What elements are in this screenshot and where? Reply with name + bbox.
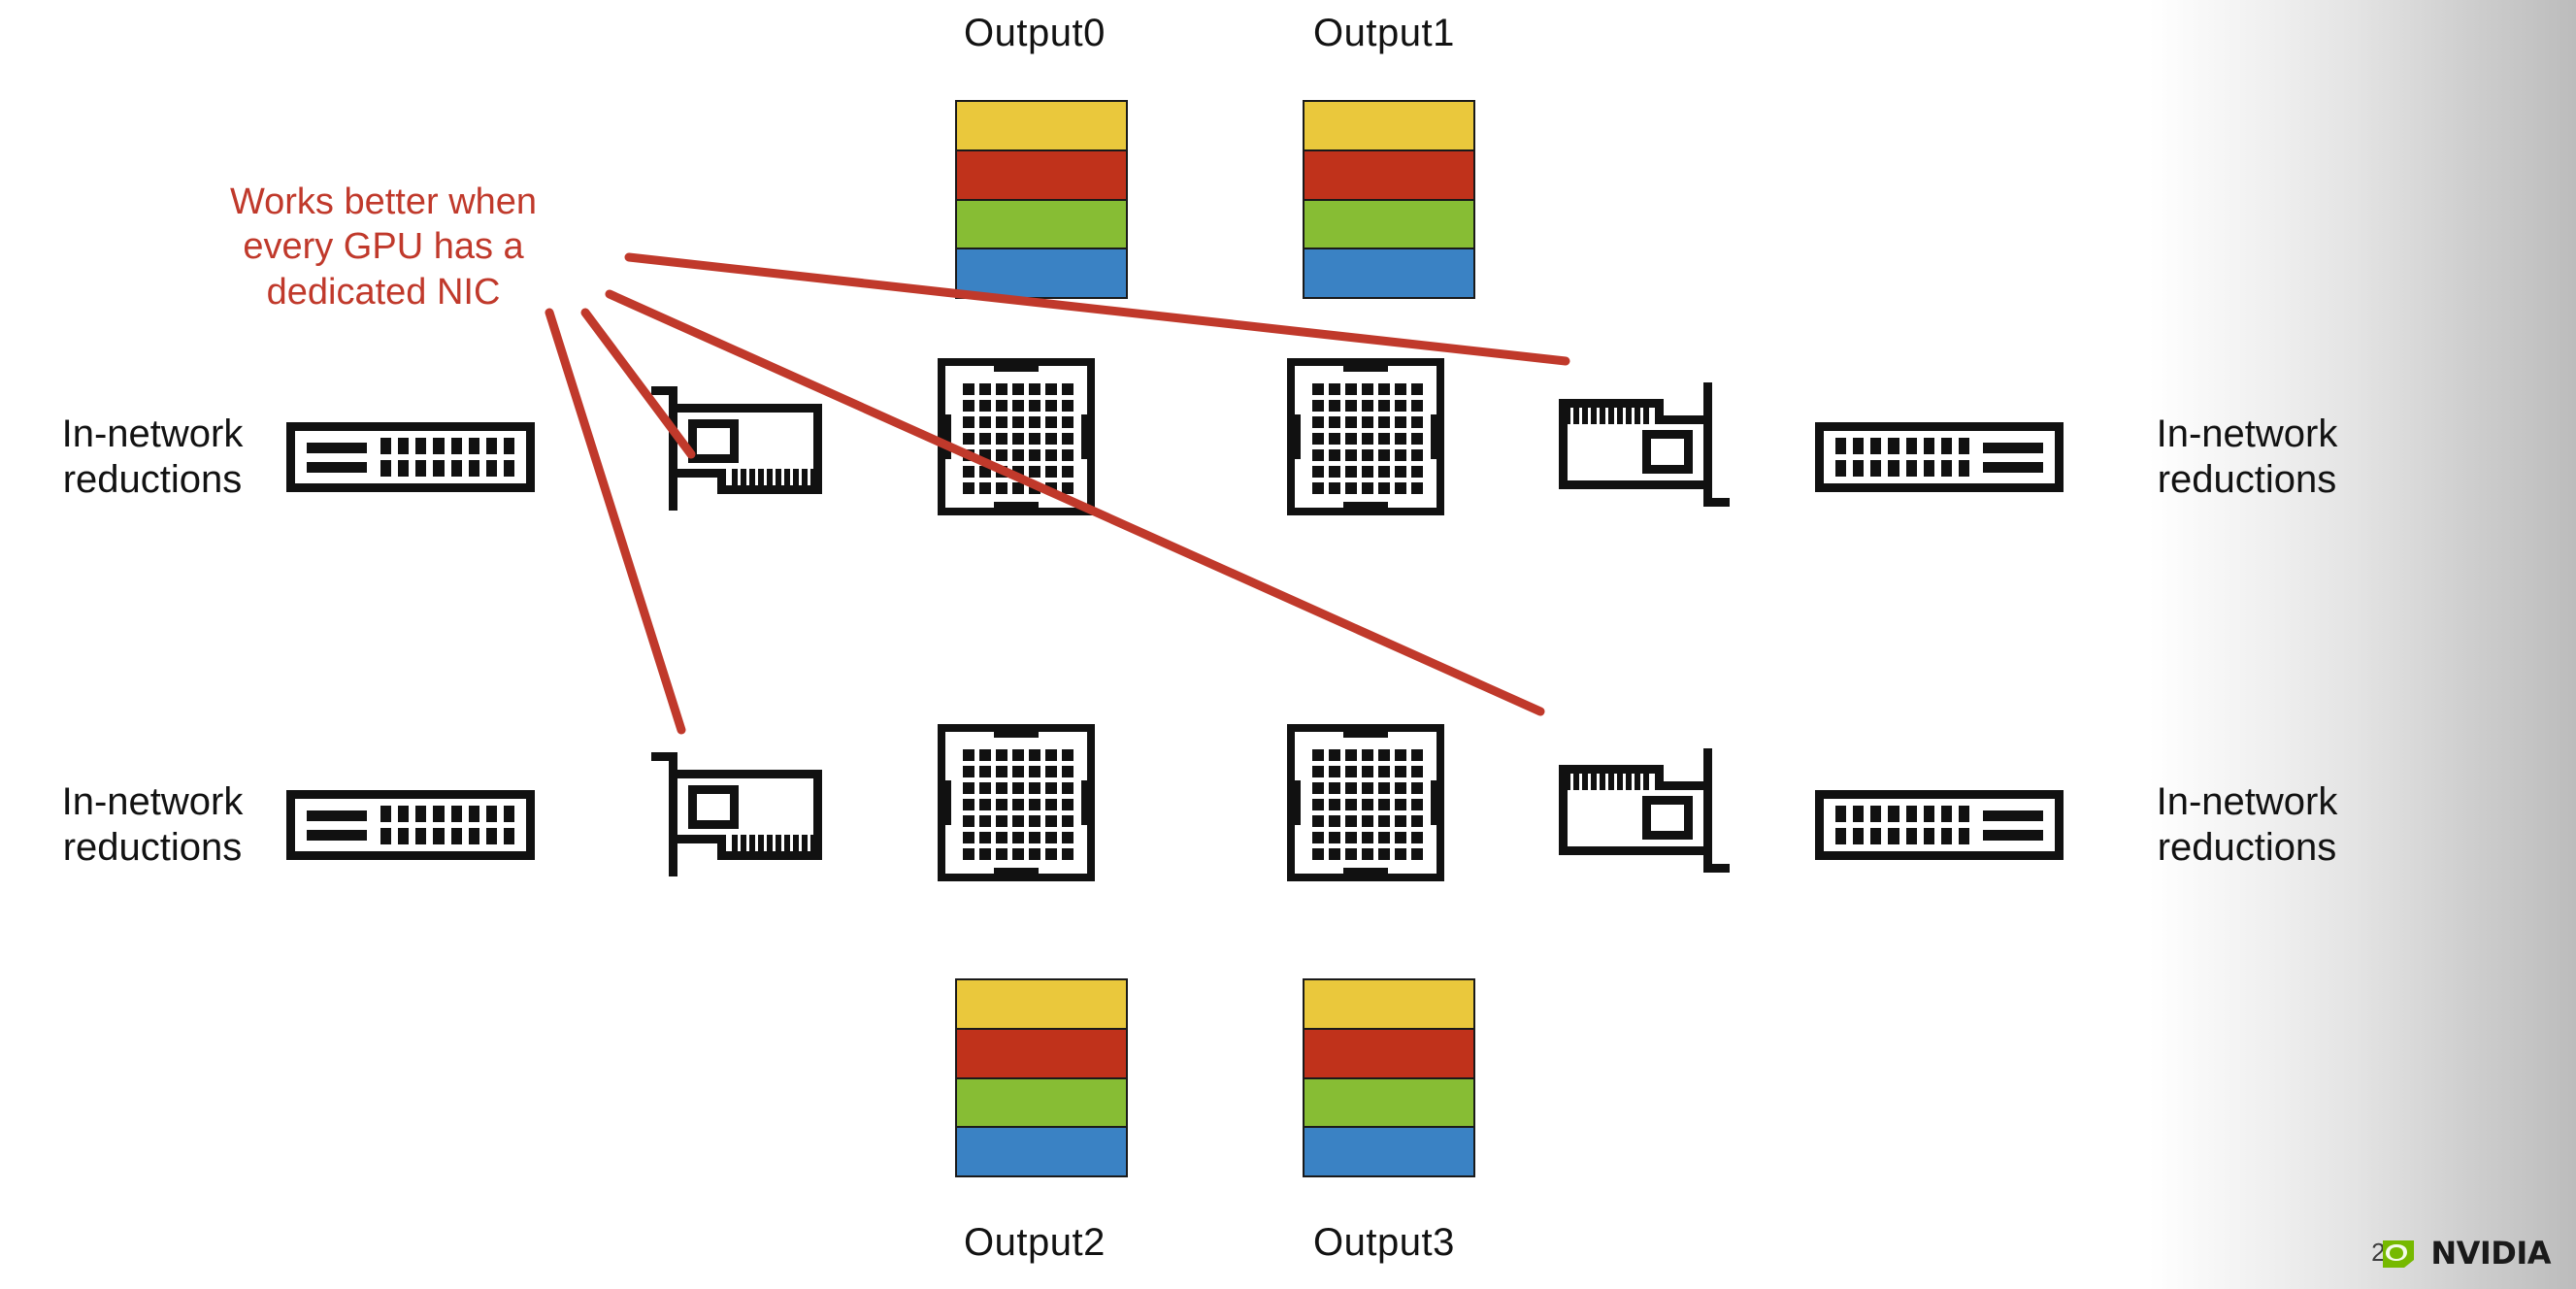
switch-port-grid xyxy=(380,806,514,844)
output-stack-output3 xyxy=(1303,978,1475,1177)
nic-icon-top-left xyxy=(645,379,840,514)
stack-band-gold xyxy=(957,980,1126,1030)
side-label-line: reductions xyxy=(2157,458,2337,502)
switch-indicator-bars xyxy=(307,442,367,473)
annotation-line: dedicated NIC xyxy=(266,271,501,313)
side-label-line: reductions xyxy=(62,826,243,870)
output-stack-output2 xyxy=(955,978,1128,1177)
side-label-bottom-right: In-network reductions xyxy=(2135,779,2359,871)
nvidia-wordmark: NVIDIA xyxy=(2430,1235,2551,1272)
output-label-output0: Output0 xyxy=(964,12,1106,54)
switch-icon-bottom-left xyxy=(286,790,535,860)
side-label-line: reductions xyxy=(2157,826,2337,870)
side-label-top-left: In-network reductions xyxy=(41,412,264,503)
switch-icon-bottom-right xyxy=(1815,790,2064,860)
nic-icon-top-right xyxy=(1541,379,1735,514)
stack-band-green xyxy=(1305,1078,1473,1129)
stack-band-gold xyxy=(957,102,1126,151)
stack-band-blue xyxy=(957,1128,1126,1175)
output-stack-output1 xyxy=(1303,100,1475,299)
stack-band-blue xyxy=(1305,1128,1473,1175)
background-gradient xyxy=(2149,0,2576,1289)
stack-band-green xyxy=(957,1078,1126,1129)
switch-icon-top-right xyxy=(1815,422,2064,492)
switch-icon-top-left xyxy=(286,422,535,492)
gpu-chip-icon-bottom-right xyxy=(1283,720,1448,885)
nic-icon-bottom-left xyxy=(645,744,840,880)
output-label-output3: Output3 xyxy=(1313,1221,1455,1264)
nvidia-eye-icon xyxy=(2383,1240,2415,1268)
stack-band-red xyxy=(957,1029,1126,1079)
gpu-chip-icon-top-right xyxy=(1283,354,1448,519)
side-label-bottom-left: In-network reductions xyxy=(41,779,264,871)
slide-canvas: Output0 Output1 In-network reductions In… xyxy=(0,0,2576,1289)
switch-port-grid xyxy=(380,438,514,477)
annotation-line: every GPU has a xyxy=(243,226,524,268)
annotation-line: Works better when xyxy=(229,182,538,222)
switch-port-grid xyxy=(1835,438,1969,477)
output-label-output2: Output2 xyxy=(964,1221,1106,1264)
gpu-chip-icon-bottom-left xyxy=(934,720,1099,885)
annotation-leader-line-4 xyxy=(545,308,686,735)
stack-band-blue xyxy=(1305,249,1473,297)
side-label-line: In-network xyxy=(61,780,244,823)
nic-icon-bottom-right xyxy=(1541,744,1735,880)
stack-band-red xyxy=(1305,1029,1473,1079)
side-label-line: reductions xyxy=(62,458,243,502)
stack-band-gold xyxy=(1305,102,1473,151)
side-label-line: In-network xyxy=(2156,413,2338,455)
switch-indicator-bars xyxy=(1983,442,2043,473)
stack-band-gold xyxy=(1305,980,1473,1030)
side-label-line: In-network xyxy=(2156,780,2338,823)
switch-indicator-bars xyxy=(1983,810,2043,841)
output-stack-output0 xyxy=(955,100,1128,299)
annotation-callout-text: Works better when every GPU has a dedica… xyxy=(199,180,568,314)
output-label-output1: Output1 xyxy=(1313,12,1455,54)
nvidia-logo: NVIDIA xyxy=(2381,1235,2551,1272)
switch-port-grid xyxy=(1835,806,1969,844)
stack-band-green xyxy=(1305,200,1473,250)
side-label-top-right: In-network reductions xyxy=(2135,412,2359,503)
stack-band-green xyxy=(957,200,1126,250)
stack-band-blue xyxy=(957,249,1126,297)
stack-band-red xyxy=(1305,150,1473,201)
side-label-line: In-network xyxy=(61,413,244,455)
stack-band-red xyxy=(957,150,1126,201)
gpu-chip-icon-top-left xyxy=(934,354,1099,519)
switch-indicator-bars xyxy=(307,810,367,841)
